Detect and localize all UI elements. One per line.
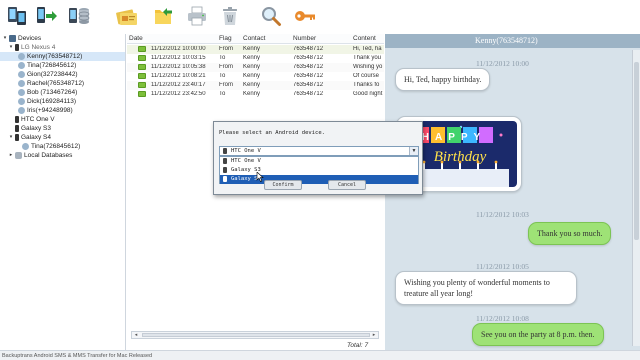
conversation-title: Kenny(763548712) <box>385 34 640 48</box>
devices-icon <box>9 34 16 42</box>
scroll-left-icon[interactable]: ◂ <box>132 332 140 338</box>
column-header-content[interactable]: Content <box>353 35 376 42</box>
table-row[interactable]: 11/12/2012 10:08:21 To Kenny 763548712 O… <box>127 72 384 81</box>
table-row[interactable]: 11/12/2012 23:42:50 To Kenny 763548712 G… <box>127 90 384 99</box>
confirm-button[interactable]: Confirm <box>264 180 302 190</box>
message-bubble-outgoing: See you on the party at 8 p.m. then. <box>472 323 604 346</box>
vertical-scrollbar[interactable] <box>632 50 640 346</box>
message-bubble-incoming: Hi, Ted, happy birthday. <box>395 68 491 91</box>
table-row[interactable]: 11/12/2012 10:05:38 From Kenny 763548712… <box>127 63 384 72</box>
photo-text-happy: HAPPY <box>422 132 486 143</box>
message-bubble-outgoing: Thank you so much. <box>528 222 612 245</box>
message-line: Wishing you plenty of wonderful moments … <box>404 278 550 287</box>
database-icon[interactable] <box>66 3 92 29</box>
status-bar: Backuptrans Android SMS & MMS Transfer f… <box>0 350 640 360</box>
phone-icon <box>223 158 227 164</box>
column-header-contact[interactable]: Contact <box>243 35 265 42</box>
mouse-pointer-icon <box>256 172 264 182</box>
tree-contact[interactable]: Tina(726845612) <box>22 142 80 151</box>
phone-icon <box>15 133 19 141</box>
message-timestamp: 11/12/2012 10:03 <box>476 210 529 219</box>
search-icon[interactable] <box>258 3 284 29</box>
backup-icon[interactable] <box>4 3 30 29</box>
scroll-right-icon[interactable]: ▸ <box>370 332 378 338</box>
message-icon <box>138 64 146 70</box>
dialog-title: Please select an Android device. <box>219 130 325 136</box>
message-icon <box>138 55 146 61</box>
tree-contact[interactable]: Rachel(765348712) <box>18 79 84 88</box>
message-bubble-incoming: Wishing you plenty of wonderful moments … <box>395 271 577 305</box>
card-icon[interactable] <box>114 3 140 29</box>
phone-icon <box>223 148 227 154</box>
collapse-icon[interactable]: ▾ <box>8 44 14 50</box>
table-header: Date Flag Contact Number Content <box>127 34 384 44</box>
toolbar <box>0 0 640 34</box>
tree-contact[interactable]: Kenny(763548712) <box>0 52 125 61</box>
message-line: treature all year long! <box>404 289 474 298</box>
contact-icon <box>18 70 25 78</box>
contact-icon <box>18 61 25 69</box>
export-icon[interactable] <box>150 3 176 29</box>
message-icon <box>138 73 146 79</box>
tree-contact[interactable]: Gion(327238442) <box>18 70 78 79</box>
table-row[interactable]: 11/12/2012 10:03:15 To Kenny 763548712 T… <box>127 54 384 63</box>
contact-icon <box>22 142 29 150</box>
device-option[interactable]: HTC One V <box>220 157 418 166</box>
delete-icon[interactable] <box>217 3 243 29</box>
scrollbar-thumb[interactable] <box>142 333 370 337</box>
cancel-button[interactable]: Cancel <box>328 180 366 190</box>
message-timestamp: 11/12/2012 10:05 <box>476 262 529 271</box>
phone-icon <box>15 124 19 132</box>
tree-device-lg-nexus-4[interactable]: ▾ LG Nexus 4 <box>8 43 55 52</box>
phone-icon <box>223 176 227 182</box>
tree-contact[interactable]: Iris(+94248998) <box>18 106 73 115</box>
database-icon <box>15 151 22 159</box>
transfer-icon[interactable] <box>34 3 60 29</box>
contact-icon <box>18 97 25 105</box>
message-icon <box>138 82 146 88</box>
scrollbar-thumb[interactable] <box>634 62 639 240</box>
column-header-number[interactable]: Number <box>293 35 316 42</box>
horizontal-scrollbar[interactable]: ◂ ▸ <box>131 331 379 339</box>
tree-devices[interactable]: ▾ Devices <box>2 34 41 43</box>
expand-icon[interactable]: ▸ <box>8 152 14 158</box>
message-timestamp: 11/12/2012 10:00 <box>476 59 529 68</box>
tree-device-galaxy-s3[interactable]: Galaxy S3 <box>15 124 51 133</box>
table-row[interactable]: 11/12/2012 10:00:00 From Kenny 763548712… <box>127 45 384 54</box>
column-header-date[interactable]: Date <box>129 35 143 42</box>
contact-icon <box>18 106 25 114</box>
contact-icon <box>18 52 25 60</box>
contact-icon <box>18 79 25 87</box>
message-timestamp: 11/12/2012 10:08 <box>476 314 529 323</box>
device-tree: ▾ Devices ▾ LG Nexus 4 Kenny(763548712) Ti… <box>0 34 126 350</box>
tree-contact[interactable]: Tina(726845612) <box>18 61 76 70</box>
device-options-list: HTC One V Galaxy S3 Galaxy S4 <box>219 156 419 184</box>
collapse-icon[interactable]: ▾ <box>8 134 14 140</box>
phone-icon <box>15 43 19 51</box>
device-select[interactable]: HTC One V ▼ <box>219 146 419 156</box>
key-icon[interactable] <box>292 3 318 29</box>
tree-device-galaxy-s4[interactable]: ▾ Galaxy S4 <box>8 133 51 142</box>
tree-local-databases[interactable]: ▸ Local Databases <box>8 151 72 160</box>
select-device-dialog: Please select an Android device. HTC One… <box>213 121 423 195</box>
device-option[interactable]: Galaxy S3 <box>220 166 418 175</box>
tree-contact[interactable]: Dick(169284113) <box>18 97 76 106</box>
contact-icon <box>18 88 25 96</box>
chevron-down-icon[interactable]: ▼ <box>409 147 418 155</box>
phone-icon <box>223 167 227 173</box>
message-icon <box>138 46 146 52</box>
print-icon[interactable] <box>184 3 210 29</box>
tree-device-htc-one-v[interactable]: HTC One V <box>15 115 55 124</box>
message-icon <box>138 91 146 97</box>
table-row[interactable]: 11/12/2012 23:40:17 From Kenny 763548712… <box>127 81 384 90</box>
column-header-flag[interactable]: Flag <box>219 35 232 42</box>
total-count: Total: 7 <box>347 342 369 349</box>
device-option[interactable]: Galaxy S4 <box>220 175 418 184</box>
tree-contact[interactable]: Bob (713467264) <box>18 88 77 97</box>
collapse-icon[interactable]: ▾ <box>2 35 8 41</box>
phone-icon <box>15 115 19 123</box>
